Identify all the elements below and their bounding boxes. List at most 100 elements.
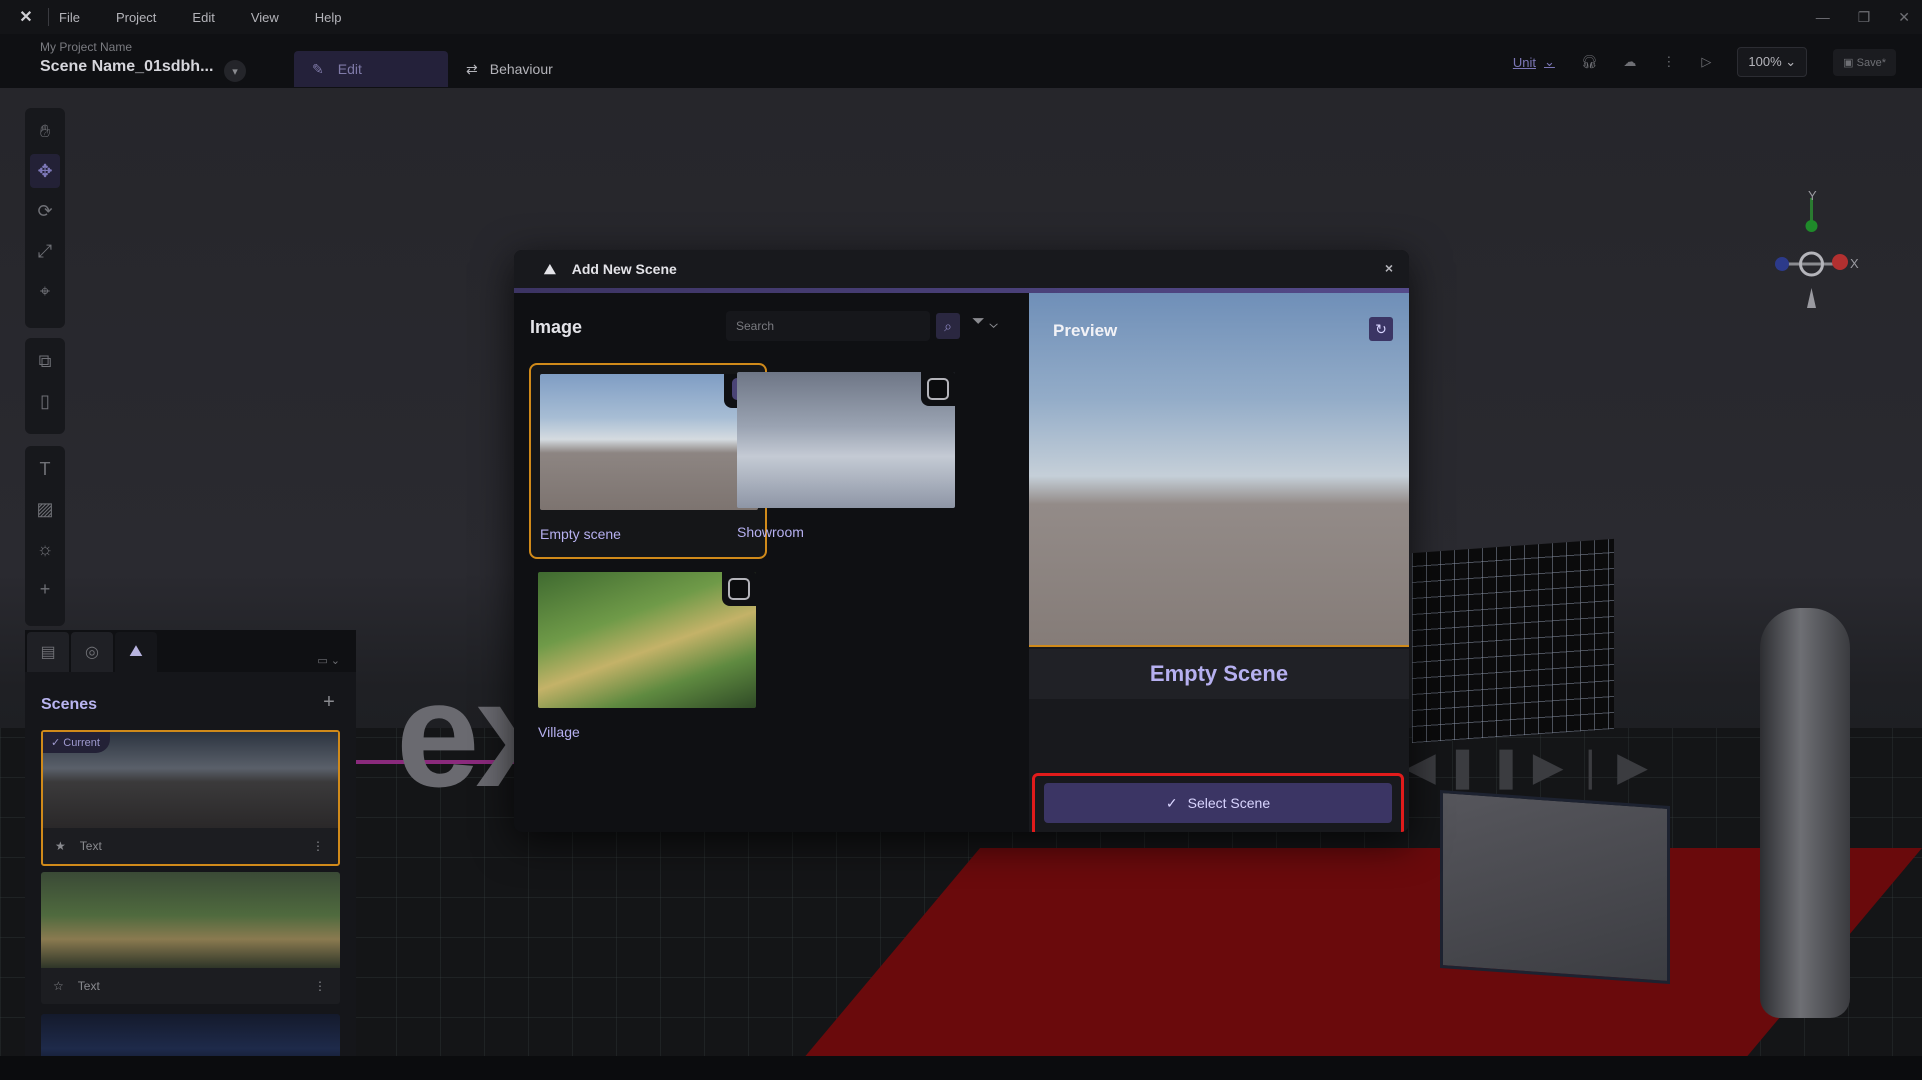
scene-media-controls: ◀❚❚▶❘▶ [1405,745,1658,789]
select-scene-label: Select Scene [1187,795,1271,811]
tile-thumbnail: ✓ [540,374,758,510]
panel-collapse-icon[interactable]: ▭ ⌄ [317,654,340,667]
checkbox-unchecked-icon[interactable] [927,378,949,400]
menu-edit[interactable]: Edit [192,10,214,25]
close-window-icon[interactable]: ✕ [1898,9,1910,26]
scenes-panel: ▤ ◎ ⛰︎ ▭ ⌄ Scenes + ✓ Current ★ Text ⋮ ☆… [25,630,356,1072]
axis-x-label: X [1850,256,1859,271]
checkbox-unchecked-icon[interactable] [728,578,750,600]
dialog-title: Add New Scene [571,261,677,277]
tile-name: Empty scene [540,526,621,542]
search-input[interactable]: Search [726,311,930,341]
check-icon: ✓ [1165,794,1178,811]
menu-bar: ✕ File Project Edit View Help — ❐ ✕ [0,0,1922,34]
scene-tile-village[interactable]: Village [529,563,767,759]
tile-checkbox-wrap [921,372,955,406]
save-button[interactable]: ▣ Save* [1833,48,1896,76]
tile-checkbox-wrap [722,572,756,606]
scene-card-label: Text [79,839,102,853]
pivot-tool-icon[interactable]: ⌖ [30,274,60,308]
more-vertical-icon[interactable]: ⋮ [312,839,324,853]
cloud-icon[interactable]: ☁︎ [1623,54,1636,70]
door-icon[interactable]: ▯ [30,384,60,418]
scene-card[interactable]: ☆ Text ⋮ [41,872,340,1004]
hand-tool-icon[interactable]: ✋︎ [30,114,60,148]
zoom-value: 100% [1748,54,1782,69]
scenes-tab-icon[interactable]: ⛰︎ [115,632,157,672]
chevron-down-icon[interactable]: ▾ [224,60,246,82]
menu-view[interactable]: View [251,10,279,25]
text-tool-icon[interactable]: T [30,452,60,486]
preview-label: Preview [1053,321,1118,340]
scene-card-footer: ★ Text ⋮ [43,828,338,864]
filter-icon[interactable]: ⏷ ⌄ [972,313,998,331]
current-badge: ✓ Current [43,732,110,753]
headphones-icon[interactable]: 🎧︎ [1581,54,1598,70]
insert-tools: T ▨ ☼ + [25,446,65,626]
scale-tool-icon[interactable]: ⤢ [30,234,60,268]
tile-thumbnail [737,372,955,508]
tile-thumbnail [538,572,756,708]
preview-pane: Preview ↻ Empty Scene ✓ Select Scene [1029,293,1409,832]
add-scene-button[interactable]: + [318,692,340,714]
axis-y-label: Y [1808,188,1817,203]
edit-pencil-icon: ✎ [312,60,324,77]
tile-name: Village [538,724,580,740]
tab-edit-label: Edit [337,61,362,77]
transform-tools: ✋︎ ✥ ⟳ ⤢ ⌖ [25,108,65,328]
play-icon[interactable]: ▷ [1701,54,1711,70]
search-icon[interactable]: ⌕ [936,313,960,339]
scene-thumbnail [41,872,340,968]
add-icon[interactable]: + [30,572,60,606]
preview-image [1029,293,1409,647]
scene-library-pane: Image Search ⌕ ⏷ ⌄ ✓ Empty scene Showroo… [514,293,1029,832]
current-badge-label: Current [63,737,100,749]
menu-file[interactable]: File [59,10,80,25]
select-scene-button[interactable]: ✓ Select Scene [1044,783,1392,823]
duplicate-icon[interactable]: ⧉ [30,344,60,378]
unit-select[interactable]: Unit ⌄ [1513,54,1555,70]
assets-tab-icon[interactable]: ▤ [27,632,69,672]
axis-gizmo[interactable]: Y X [1762,188,1860,318]
project-name: My Project Name [40,40,133,54]
scene-avatar [1760,608,1850,1018]
tile-name: Showroom [737,524,804,540]
menu-divider [48,8,49,26]
tab-behaviour[interactable]: ⇄ Behaviour [466,51,553,87]
image-tool-icon[interactable]: ▨ [30,492,60,526]
move-tool-icon[interactable]: ✥ [30,154,60,188]
save-label: Save* [1856,56,1886,69]
light-tool-icon[interactable]: ☼ [30,532,60,566]
objects-tab-icon[interactable]: ◎ [71,632,113,672]
menu-help[interactable]: Help [315,10,342,25]
scene-object-carpet [803,848,1922,1056]
add-new-scene-dialog: ⛰︎ Add New Scene × Image Search ⌕ ⏷ ⌄ ✓ … [514,250,1409,832]
scene-tile-showroom[interactable]: Showroom [728,363,966,559]
header-tools: Unit ⌄ 🎧︎ ☁︎ ⋮ ▷ 100% ⌄ ▣ Save* [1513,44,1896,80]
scene-card[interactable]: ✓ Current ★ Text ⋮ [41,730,340,866]
restore-icon[interactable]: ❐ [1858,9,1871,26]
star-outline-icon[interactable]: ☆ [53,979,64,993]
close-icon[interactable]: × [1385,260,1393,276]
app-logo-icon[interactable]: ✕ [14,5,38,29]
minimize-icon[interactable]: — [1816,9,1830,25]
chevron-down-icon: ⌄ [1543,54,1555,69]
more-vertical-icon[interactable]: ⋮ [314,979,326,993]
menu-project[interactable]: Project [116,10,156,25]
scene-name[interactable]: Scene Name_01sdbh... [40,58,213,76]
scene-landscape-icon: ⛰︎ [544,260,556,277]
scenes-title: Scenes [41,696,98,713]
scene-object-screen [1412,538,1614,744]
rotate-tool-icon[interactable]: ⟳ [30,194,60,228]
zoom-select[interactable]: 100% ⌄ [1737,47,1808,77]
scene-card-footer: ☆ Text ⋮ [41,968,340,1004]
project-header: My Project Name Scene Name_01sdbh... ▾ ✎… [0,34,1922,88]
dialog-header: ⛰︎ Add New Scene × [514,250,1409,288]
more-vertical-icon[interactable]: ⋮ [1662,54,1675,70]
rotate-preview-icon[interactable]: ↻ [1369,317,1393,341]
behaviour-flow-icon: ⇄ [466,60,478,77]
star-filled-icon[interactable]: ★ [55,839,66,853]
tab-edit[interactable]: ✎ Edit [294,51,448,87]
category-label: Image [530,317,583,337]
scene-object-box [1440,789,1670,985]
